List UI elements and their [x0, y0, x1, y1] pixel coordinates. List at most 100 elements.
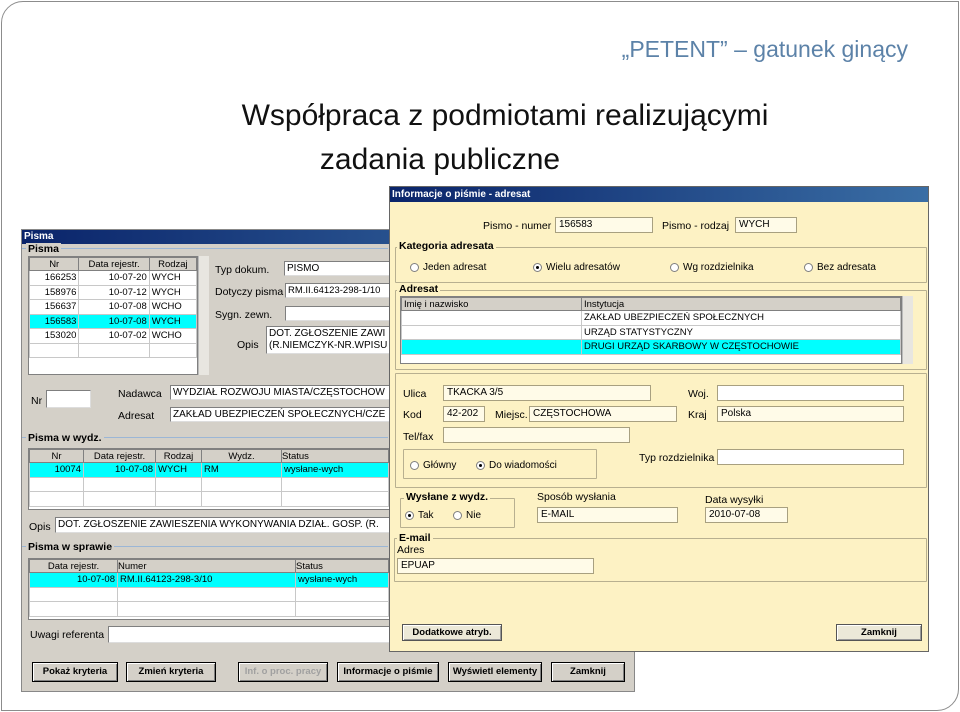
typ-dokum-field[interactable]: PISMO [284, 261, 390, 276]
adresat-field[interactable]: ZAKŁAD UBEZPIECZEŃ SPOŁECZNYCH/CZE [170, 407, 392, 422]
kraj-field[interactable]: Polska [717, 406, 904, 422]
radio-bez[interactable]: Bez adresata [804, 262, 876, 273]
uwagi-field[interactable] [108, 626, 392, 643]
dotyczy-field[interactable]: RM.II.64123-298-1/10 [285, 283, 391, 298]
col-imie[interactable]: Imię i nazwisko [401, 297, 582, 311]
table-row[interactable] [29, 601, 389, 617]
col-data[interactable]: Data rejestr. [83, 449, 156, 463]
radio-label: Nie [466, 510, 482, 521]
email-title: E-mail [397, 532, 433, 544]
col-rodzaj[interactable]: Rodzaj [155, 449, 202, 463]
table-row-selected[interactable]: DRUGI URZĄD SKARBOWY W CZĘSTOCHOWIE [401, 339, 901, 355]
radio-glowny[interactable]: Główny [410, 460, 456, 471]
adresat-grid[interactable]: Imię i nazwisko Instytucja ZAKŁAD UBEZPI… [400, 296, 902, 364]
pokaz-kryteria-button[interactable]: Pokaż kryteria [32, 662, 118, 682]
pismo-rodzaj-field[interactable]: WYCH [735, 217, 797, 233]
dodatkowe-atryb-button[interactable]: Dodatkowe atryb. [402, 624, 502, 641]
radio-nie[interactable]: Nie [453, 510, 481, 521]
kategoria-title: Kategoria adresata [397, 240, 496, 252]
cell: ZAKŁAD UBEZPIECZEŃ SPOŁECZNYCH [581, 310, 901, 326]
table-row[interactable] [29, 491, 389, 507]
sposob-field[interactable]: E-MAIL [537, 507, 678, 523]
separator [22, 248, 388, 249]
col-wydz[interactable]: Wydz. [201, 449, 282, 463]
cell: 10-07-20 [78, 270, 150, 286]
cell: 153020 [28, 328, 80, 344]
adresat-label: Adresat [118, 410, 155, 422]
uwagi-label: Uwagi referenta [30, 629, 105, 641]
informacje-o-pismie-button[interactable]: Informacje o piśmie [337, 662, 439, 682]
nr-field[interactable] [46, 390, 91, 408]
pismo-numer-field[interactable]: 156583 [555, 217, 653, 233]
table-row-selected[interactable]: 156583 10-07-08 WYCH [28, 313, 198, 329]
wyswietl-elementy-button[interactable]: Wyświetl elementy [448, 662, 542, 682]
typ-rozdz-field[interactable] [717, 449, 904, 465]
info-window-titlebar: Informacje o piśmie - adresat [390, 187, 928, 202]
ulica-field[interactable]: TKACKA 3/5 [443, 385, 651, 401]
opis-field[interactable]: DOT. ZGŁOSZENIE ZAWI (R.NIEMCZYK-NR.WPIS… [266, 326, 391, 354]
opis2-field[interactable]: DOT. ZGŁOSZENIE ZAWIESZENIA WYKONYWANIA … [55, 517, 392, 533]
col-data[interactable]: Data rejestr. [78, 257, 150, 271]
radio-icon [410, 263, 419, 272]
sygn-field[interactable] [285, 306, 391, 321]
sprawie-grid[interactable]: Data rejestr. Numer Status 10-07-08 RM.I… [28, 558, 390, 620]
cell: 158976 [28, 284, 80, 300]
cell: WYCH [148, 270, 198, 286]
col-rodzaj[interactable]: Rodzaj [148, 257, 198, 271]
table-row[interactable]: URZĄD STATYSTYCZNY [401, 324, 901, 340]
table-row[interactable]: ZAKŁAD UBEZPIECZEŃ SPOŁECZNYCH [401, 310, 901, 326]
cell: WCHO [148, 328, 198, 344]
group-wydz-label: Pisma w wydz. [26, 432, 104, 444]
radio-rozdzielnik[interactable]: Wg rozdzielnika [670, 262, 754, 273]
woj-field[interactable] [717, 385, 904, 401]
col-status[interactable]: Status [295, 559, 389, 573]
col-numer[interactable]: Numer [117, 559, 296, 573]
miejsc-field[interactable]: CZĘSTOCHOWA [529, 406, 677, 422]
cell: 10-07-12 [78, 284, 150, 300]
telfax-label: Tel/fax [403, 431, 434, 443]
opis-line2: (R.NIEMCZYK-NR.WPISU [269, 340, 388, 351]
zmien-kryteria-button[interactable]: Zmień kryteria [126, 662, 216, 682]
table-row[interactable] [29, 476, 389, 492]
cell: 156637 [28, 299, 80, 315]
col-data[interactable]: Data rejestr. [29, 559, 118, 573]
radio-do-wiadomosci[interactable]: Do wiadomości [476, 460, 557, 471]
table-row[interactable]: 156637 10-07-08 WCHO [28, 299, 198, 315]
wydz-grid[interactable]: Nr Data rejestr. Rodzaj Wydz. Status 100… [28, 448, 390, 510]
radio-jeden[interactable]: Jeden adresat [410, 262, 486, 273]
table-row[interactable]: 153020 10-07-02 WCHO [28, 328, 198, 344]
table-row[interactable]: 166253 10-07-20 WYCH [28, 270, 198, 286]
pisma-scrollbar[interactable] [198, 256, 209, 375]
col-nr[interactable]: Nr [28, 257, 80, 271]
pisma-grid[interactable]: Nr Data rejestr. Rodzaj 166253 10-07-20 WY… [28, 256, 198, 375]
table-row[interactable]: 158976 10-07-12 WYCH [28, 284, 198, 300]
cell: wysłane-wych [281, 462, 389, 478]
miejsc-label: Miejsc. [495, 409, 528, 421]
radio-tak[interactable]: Tak [405, 510, 434, 521]
table-row[interactable] [29, 586, 389, 602]
radio-icon [453, 511, 462, 520]
info-window: Informacje o piśmie - adresat Pismo - nu… [389, 186, 929, 652]
telfax-field[interactable] [443, 427, 630, 443]
col-status[interactable]: Status [281, 449, 389, 463]
sygn-label: Sygn. zewn. [215, 309, 273, 321]
kod-field[interactable]: 42-202 [443, 406, 485, 422]
nadawca-field[interactable]: WYDZIAŁ ROZWOJU MIASTA/CZĘSTOCHOW [170, 385, 392, 400]
cell: WYCH [155, 462, 202, 478]
table-row[interactable] [28, 342, 198, 358]
table-row-selected[interactable]: 10-07-08 RM.II.64123-298-3/10 wysłane-wy… [29, 572, 389, 588]
col-instytucja[interactable]: Instytucja [581, 297, 901, 311]
col-nr[interactable]: Nr [29, 449, 84, 463]
radio-checked-icon [533, 263, 542, 272]
inf-proc-pracy-button[interactable]: Inf. o proc. pracy [238, 662, 328, 682]
zamknij-button[interactable]: Zamknij [551, 662, 625, 682]
opis-label: Opis [237, 339, 259, 351]
radio-wielu[interactable]: Wielu adresatów [533, 262, 620, 273]
cell: 10-07-02 [78, 328, 150, 344]
cell: URZĄD STATYSTYCZNY [581, 324, 901, 340]
adresat-scrollbar[interactable] [902, 296, 913, 364]
table-row-selected[interactable]: 10074 10-07-08 WYCH RM wysłane-wych [29, 462, 389, 478]
adres-field[interactable]: EPUAP [397, 558, 594, 574]
data-wysylki-field[interactable]: 2010-07-08 [705, 507, 788, 523]
info-zamknij-button[interactable]: Zamknij [836, 624, 922, 641]
